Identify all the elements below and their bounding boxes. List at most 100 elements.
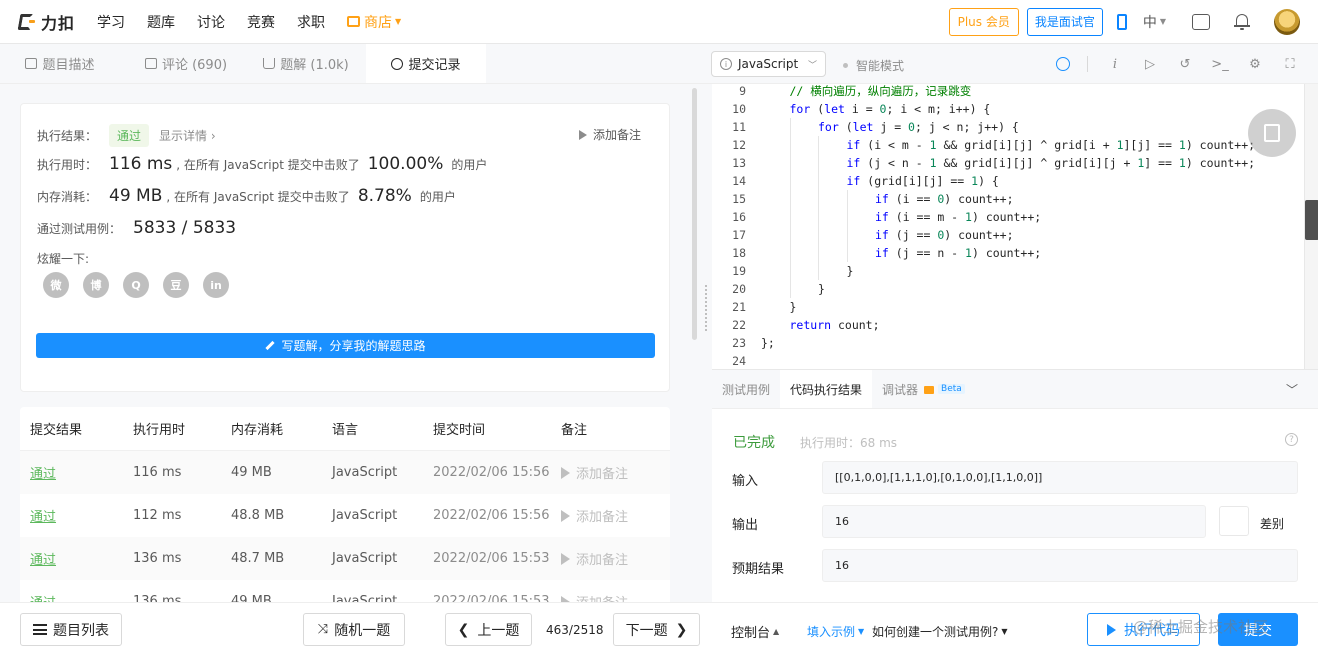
nav-learn[interactable]: 学习: [97, 12, 125, 32]
row-status[interactable]: 通过: [20, 592, 133, 602]
runtime-mid: , 在所有 JavaScript 提交中击败了: [176, 158, 360, 172]
indent-guide: [789, 244, 791, 262]
indent-guide: [789, 280, 791, 298]
memory-row: 内存消耗： 49 MB , 在所有 JavaScript 提交中击败了 8.78…: [37, 186, 456, 206]
tab-comments[interactable]: 评论 (690): [126, 44, 246, 83]
tab-testcase[interactable]: 测试用例: [712, 370, 780, 408]
row-status[interactable]: 通过: [20, 506, 133, 525]
plus-member-button[interactable]: Plus 会员: [948, 7, 1019, 36]
indent-guide: [789, 136, 791, 154]
row-add-note-button[interactable]: 添加备注: [561, 506, 661, 525]
write-solution-button[interactable]: 写题解，分享我的解题思路: [36, 333, 655, 358]
mobile-icon[interactable]: [1116, 13, 1127, 30]
prev-problem-button[interactable]: ❮ 上一题: [445, 613, 532, 646]
list-icon: [33, 624, 47, 635]
smart-mode-toggle[interactable]: 智能模式: [843, 57, 904, 74]
linkedin-icon[interactable]: in: [203, 272, 229, 298]
qq-icon[interactable]: Q: [123, 272, 149, 298]
diff-toggle[interactable]: [1219, 506, 1249, 536]
status-link[interactable]: 通过: [30, 553, 56, 568]
status-link[interactable]: 通过: [30, 467, 56, 482]
submissions-table: 提交结果 执行用时 内存消耗 语言 提交时间 备注 通过 116 ms 49 MB J…: [20, 407, 670, 602]
wechat-icon[interactable]: 微: [43, 272, 69, 298]
leetcode-logo[interactable]: 力扣: [17, 10, 75, 34]
chevron-down-icon[interactable]: ﹀: [1286, 370, 1298, 408]
add-note-button[interactable]: 添加备注: [578, 126, 641, 143]
editor-toolbar: i JavaScript ﹀ 智能模式 i ▷ ↺ >_ ⚙ ⛶: [697, 44, 1318, 84]
nav-store[interactable]: 商店 ▼: [347, 12, 401, 32]
tab-run-result[interactable]: 代码执行结果: [780, 370, 873, 408]
flask-icon: [263, 58, 276, 69]
tab-solutions[interactable]: 题解 (1.0k): [246, 44, 366, 83]
language-select[interactable]: i JavaScript ﹀: [711, 51, 826, 77]
how-create-testcase-link[interactable]: 如何创建一个测试用例? ▼: [872, 623, 1008, 640]
interviewer-button[interactable]: 我是面试官: [1026, 7, 1103, 36]
reset-icon[interactable]: ↺: [1177, 56, 1193, 72]
fill-example-button[interactable]: 填入示例 ▼: [807, 623, 864, 640]
line-number: 24: [732, 354, 746, 368]
nav-problems[interactable]: 题库: [147, 12, 175, 32]
playground-icon[interactable]: [1192, 13, 1210, 30]
row-time: 2022/02/06 15:56: [433, 465, 550, 480]
tab-submissions[interactable]: 提交记录: [366, 44, 486, 83]
chevron-down-icon: ﹀: [807, 60, 817, 71]
random-problem-button[interactable]: ⤨ 随机一题: [303, 613, 405, 646]
share-label: 炫耀一下:: [37, 252, 90, 266]
terminal-icon[interactable]: >_: [1211, 56, 1228, 72]
code-editor[interactable]: 9 // 横向遍历，纵向遍历，记录跳变 10 for (let i = 0; i < …: [712, 84, 1318, 369]
memory-percent: 8.78%: [357, 186, 412, 206]
nav-discuss[interactable]: 讨论: [197, 12, 225, 32]
indent-guide: [818, 136, 819, 154]
page-indicator: 463/2518: [546, 623, 604, 637]
indent-guide: [818, 244, 819, 262]
douban-icon[interactable]: 豆: [163, 272, 189, 298]
help-icon[interactable]: ?: [1285, 433, 1298, 446]
row-language: JavaScript: [332, 594, 398, 602]
play-outline-icon[interactable]: ▷: [1142, 56, 1158, 72]
notebook-icon[interactable]: [1248, 109, 1296, 157]
next-problem-button[interactable]: 下一题 ❯: [613, 613, 700, 646]
avatar[interactable]: [1274, 8, 1300, 35]
result-row: 执行结果： 通过 显示详情 ›: [37, 124, 216, 147]
code-text: // 横向遍历，纵向遍历，记录跳变: [789, 84, 972, 98]
tab-description[interactable]: 题目描述: [0, 44, 120, 83]
row-add-note-button[interactable]: 添加备注: [561, 592, 661, 602]
runtime-percent: 100.00%: [367, 154, 444, 174]
description-icon: [25, 58, 38, 69]
panel-resize-handle[interactable]: [705, 285, 708, 331]
fullscreen-icon[interactable]: ⛶: [1282, 56, 1298, 72]
indent-guide: [818, 190, 819, 208]
problem-list-button[interactable]: 题目列表: [20, 613, 122, 646]
row-language: JavaScript: [332, 465, 398, 480]
info-italic-icon[interactable]: i: [1107, 56, 1123, 72]
clock-icon: [391, 57, 404, 70]
left-scrollbar[interactable]: [692, 88, 697, 340]
nav-contest[interactable]: 竞赛: [247, 12, 275, 32]
line-number: 11: [732, 120, 746, 134]
editor-scrollbar[interactable]: [1304, 84, 1318, 369]
pencil-icon: [265, 340, 276, 351]
code-line: 11 for (let j = 0; j < n; j++) {: [712, 118, 1318, 136]
problem-tabs: 题目描述 评论 (690) 题解 (1.0k) 提交记录: [0, 44, 697, 84]
scrollbar-thumb[interactable]: [1305, 200, 1318, 240]
language-switch[interactable]: 中 ▼: [1143, 12, 1166, 32]
indent-guide: [846, 190, 848, 208]
row-status[interactable]: 通过: [20, 549, 133, 568]
output-label: 输出: [732, 518, 759, 533]
row-add-note-button[interactable]: 添加备注: [561, 549, 661, 568]
nav-jobs[interactable]: 求职: [297, 12, 325, 32]
tab-debugger-label: 调试器: [882, 382, 919, 397]
prev-label: 上一题: [477, 622, 520, 639]
alarm-clock-icon[interactable]: [1055, 56, 1071, 72]
runtime-row: 执行用时： 116 ms , 在所有 JavaScript 提交中击败了 100…: [37, 154, 487, 174]
tab-comments-label: 评论 (690): [161, 58, 228, 73]
bell-icon[interactable]: [1234, 13, 1250, 30]
show-details-link[interactable]: 显示详情 ›: [159, 127, 216, 144]
console-toggle[interactable]: 控制台 ▲: [731, 622, 779, 641]
row-add-note-button[interactable]: 添加备注: [561, 463, 661, 482]
settings-gear-icon[interactable]: ⚙: [1247, 56, 1263, 72]
row-status[interactable]: 通过: [20, 463, 133, 482]
tab-debugger[interactable]: 调试器 Beta: [872, 370, 975, 408]
status-link[interactable]: 通过: [30, 510, 56, 525]
weibo-icon[interactable]: 博: [83, 272, 109, 298]
